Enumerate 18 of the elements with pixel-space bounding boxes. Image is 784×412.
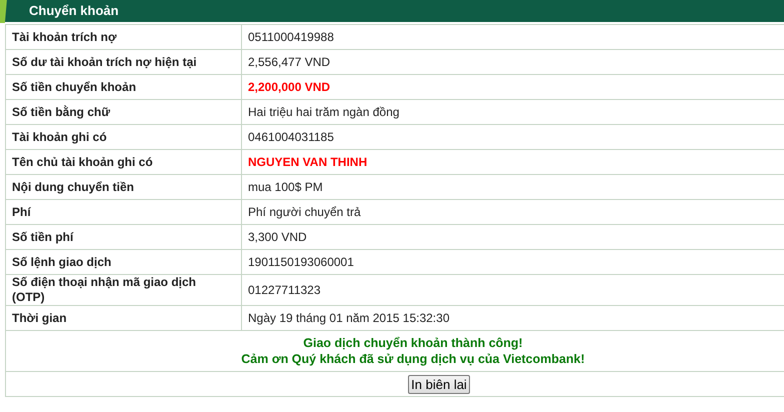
field-value: 0511000419988: [242, 24, 784, 50]
print-receipt-button[interactable]: In biên lai: [408, 374, 470, 394]
field-label: Phí: [6, 200, 242, 224]
field-label: Thời gian: [6, 306, 242, 330]
tab-accent-icon: [0, 0, 7, 23]
field-label: Tài khoản ghi có: [6, 124, 242, 150]
field-label: Số tiền phí: [6, 224, 242, 250]
field-label: Tên chủ tài khoản ghi có: [6, 150, 242, 174]
field-label: Số tiền bằng chữ: [6, 100, 242, 124]
success-message: Cảm ơn Quý khách đã sử dụng dịch vụ của Vietcombank!: [240, 351, 586, 367]
field-label: Số lệnh giao dịch: [6, 250, 242, 274]
section-title: Chuyển khoản: [29, 2, 119, 20]
field-label: Số dư tài khoản trích nợ hiện tại: [6, 50, 242, 74]
success-message: Giao dịch chuyển khoản thành công!: [302, 335, 524, 351]
field-label: Tài khoản trích nợ: [6, 24, 242, 50]
field-label: Số tiền chuyển khoản: [6, 74, 242, 100]
field-label: Nội dung chuyển tiền: [6, 174, 242, 200]
field-label: Số điện thoại nhận mã giao dịch (OTP): [6, 274, 242, 306]
